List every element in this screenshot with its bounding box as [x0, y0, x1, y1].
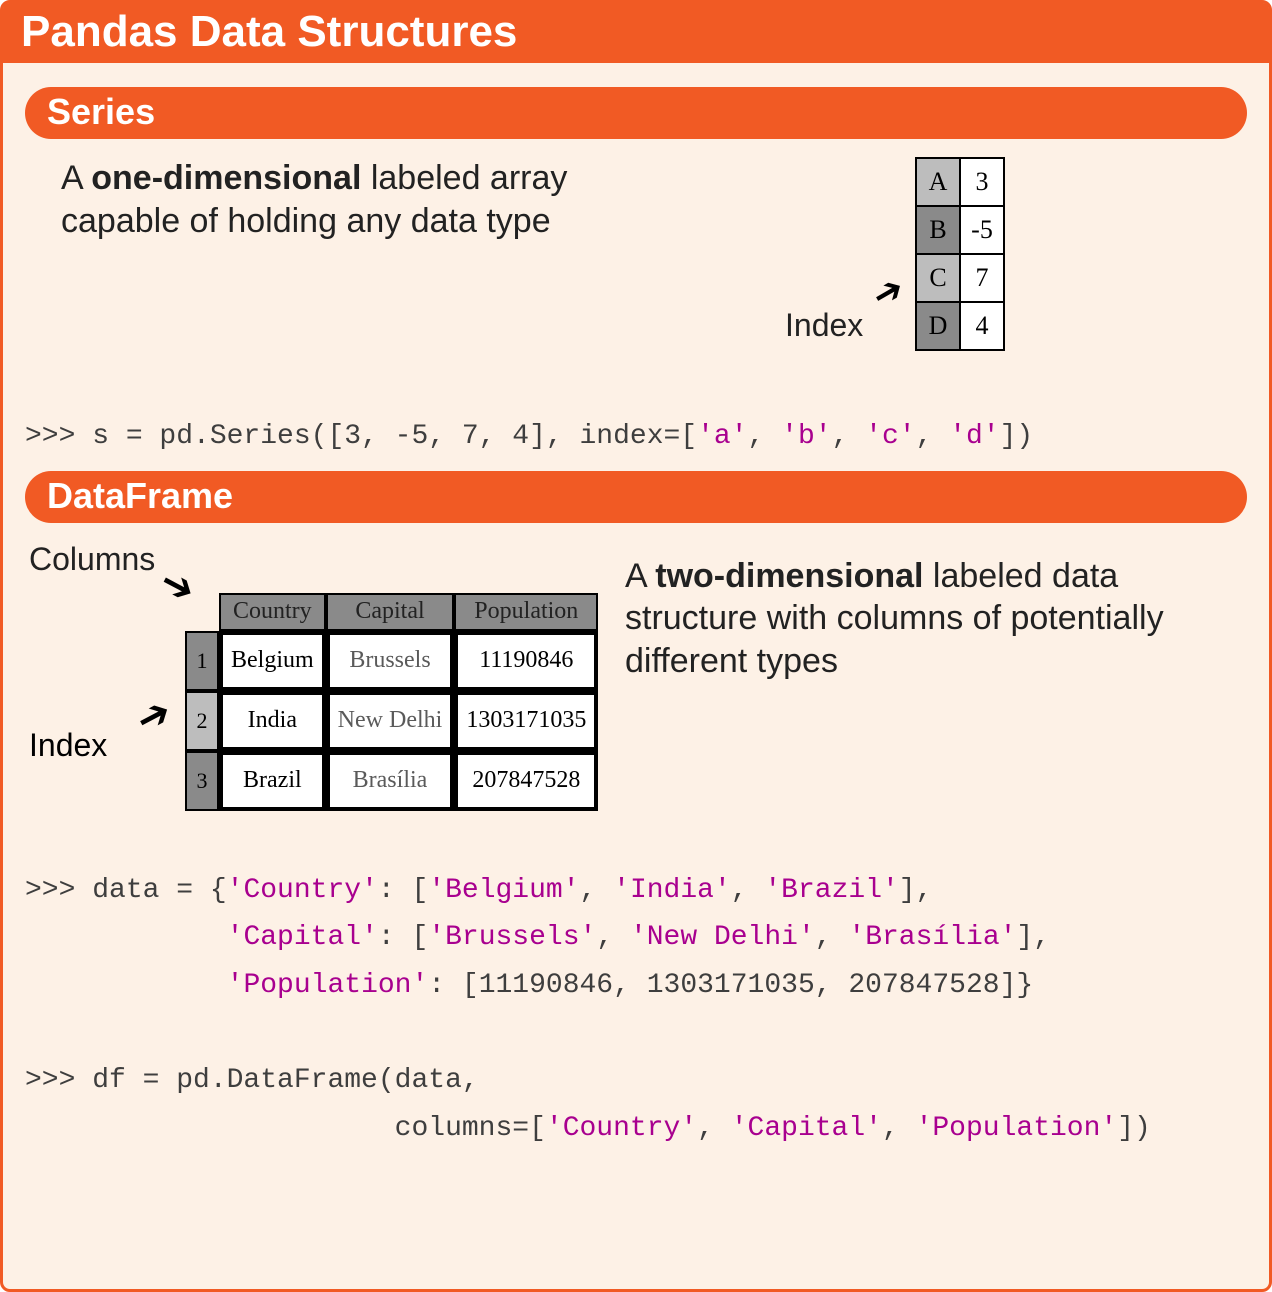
series-index-cell: C	[916, 254, 960, 302]
series-value-cell: 3	[960, 158, 1004, 206]
series-value-cell: -5	[960, 206, 1004, 254]
series-value-cell: 4	[960, 302, 1004, 350]
df-cell: India	[219, 691, 326, 751]
df-cell: 11190846	[454, 631, 598, 691]
arrow-icon: ➔	[128, 687, 179, 743]
code-str: 'Country'	[227, 875, 378, 906]
arrow-icon: ➔	[865, 266, 912, 317]
series-index-cell: B	[916, 206, 960, 254]
code-text: ,	[815, 922, 849, 953]
code-text: >>> df = pd.DataFrame(data,	[25, 1065, 479, 1096]
dataframe-heading: DataFrame	[25, 471, 1247, 523]
code-text: ,	[882, 1113, 916, 1144]
code-str: 'c'	[865, 421, 915, 452]
columns-label: Columns	[29, 541, 155, 578]
df-header: Population	[454, 593, 598, 631]
code-str: 'New Delhi'	[630, 922, 815, 953]
code-text	[25, 922, 227, 953]
code-str: 'Population'	[916, 1113, 1118, 1144]
text: A	[61, 159, 91, 197]
series-heading: Series	[25, 87, 1247, 139]
code-str: 'Country'	[546, 1113, 697, 1144]
code-str: 'Brussels'	[428, 922, 596, 953]
code-str: 'Belgium'	[428, 875, 579, 906]
code-text: : [	[378, 922, 428, 953]
code-text: ],	[1016, 922, 1050, 953]
text-bold: one-dimensional	[91, 159, 361, 197]
code-str: 'Brazil'	[764, 875, 898, 906]
code-text: ],	[899, 875, 933, 906]
df-header: Capital	[326, 593, 455, 631]
dataframe-diagram: Columns ➔ Index ➔ Country Capital Popula…	[25, 541, 625, 841]
code-text: ,	[748, 421, 782, 452]
index-label: Index	[785, 307, 863, 344]
dataframe-description: A two-dimensional labeled data structure…	[625, 541, 1247, 683]
df-cell: Brasília	[326, 751, 455, 811]
df-cell: 1303171035	[454, 691, 598, 751]
code-text: : [	[378, 875, 428, 906]
code-text: ,	[731, 875, 765, 906]
series-row: A one-dimensional labeled array capable …	[25, 157, 1247, 387]
code-text: ,	[916, 421, 950, 452]
code-str: 'Brasília'	[848, 922, 1016, 953]
content-area: Series A one-dimensional labeled array c…	[3, 63, 1269, 1184]
series-index-cell: D	[916, 302, 960, 350]
index-label: Index	[29, 727, 107, 764]
code-str: 'a'	[697, 421, 747, 452]
series-description: A one-dimensional labeled array capable …	[25, 157, 665, 242]
code-str: 'Capital'	[227, 922, 378, 953]
dataframe-table: Country Capital Population 1 Belgium Bru…	[185, 593, 598, 811]
code-text: ])	[1117, 1113, 1151, 1144]
df-header: Country	[219, 593, 326, 631]
text: A	[625, 557, 655, 595]
series-index-cell: A	[916, 158, 960, 206]
code-text: ,	[580, 875, 614, 906]
series-diagram: Index ➔ A3 B-5 C7 D4	[665, 157, 1085, 387]
df-index: 1	[185, 631, 219, 691]
code-str: 'd'	[949, 421, 999, 452]
series-value-cell: 7	[960, 254, 1004, 302]
code-text: >>> data = {	[25, 875, 227, 906]
dataframe-row: Columns ➔ Index ➔ Country Capital Popula…	[25, 541, 1247, 841]
code-str: 'Population'	[227, 970, 429, 1001]
df-cell: 207847528	[454, 751, 598, 811]
code-str: 'India'	[613, 875, 731, 906]
code-text: : [11190846, 1303171035, 207847528]}	[428, 970, 1033, 1001]
code-text	[25, 970, 227, 1001]
dataframe-code: >>> data = {'Country': ['Belgium', 'Indi…	[25, 867, 1247, 1153]
df-index: 2	[185, 691, 219, 751]
df-cell: Brussels	[326, 631, 455, 691]
df-cell: New Delhi	[326, 691, 455, 751]
code-text: columns=[	[25, 1113, 546, 1144]
code-str: 'b'	[781, 421, 831, 452]
series-code: >>> s = pd.Series([3, -5, 7, 4], index=[…	[25, 413, 1247, 461]
text-bold: two-dimensional	[655, 557, 923, 595]
cheatsheet-panel: Pandas Data Structures Series A one-dime…	[0, 0, 1272, 1292]
df-cell: Brazil	[219, 751, 326, 811]
df-cell: Belgium	[219, 631, 326, 691]
code-text: >>> s = pd.Series([3, -5, 7, 4], index=[	[25, 421, 697, 452]
code-str: 'Capital'	[731, 1113, 882, 1144]
code-text: ,	[697, 1113, 731, 1144]
main-title: Pandas Data Structures	[3, 3, 1269, 63]
code-text: ,	[832, 421, 866, 452]
code-text: ])	[1000, 421, 1034, 452]
df-index: 3	[185, 751, 219, 811]
code-text: ,	[596, 922, 630, 953]
series-table: A3 B-5 C7 D4	[915, 157, 1005, 351]
